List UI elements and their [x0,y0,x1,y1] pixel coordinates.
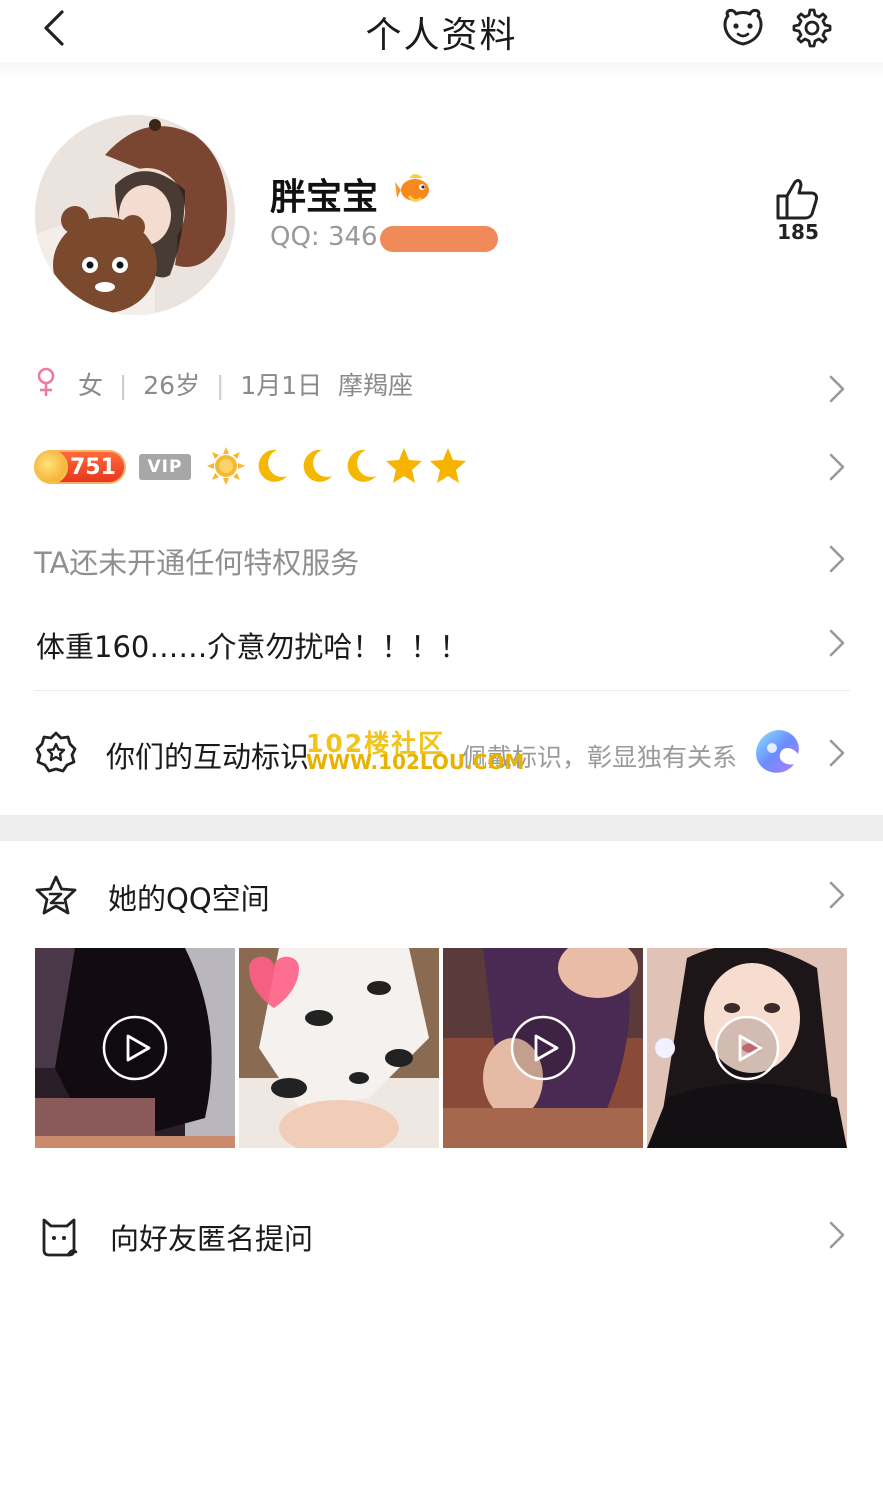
gear-icon[interactable] [790,6,834,50]
separator: | [215,371,225,400]
anonymous-ask-row[interactable]: 向好友匿名提问 [0,1208,883,1264]
qzone-thumb-video[interactable] [35,948,235,1148]
separator: | [118,371,128,400]
play-icon [510,1015,576,1081]
signature-row[interactable]: 体重160……介意勿扰哈！！！！ [0,620,883,666]
basic-info-text: 女 | 26岁 | 1月1日 摩羯座 [78,366,413,402]
chevron-right-icon [829,1221,845,1249]
privilege-text: TA还未开通任何特权服务 [34,546,360,580]
avatar-image [35,115,235,315]
watermark-line2: WWW.102LOU.COM [306,750,525,774]
section-gap [0,815,883,841]
goldfish-badge-icon[interactable] [395,168,435,212]
play-icon [102,1015,168,1081]
chevron-right-icon [829,881,845,909]
redaction-mark [380,226,498,252]
avatar[interactable] [35,115,235,315]
qzone-thumb-video[interactable] [443,948,643,1148]
qzone-thumb-photo[interactable] [239,948,439,1148]
badge-star-icon [35,731,77,773]
interaction-label: 你们的互动标识 [106,740,310,774]
qzone-label: 她的QQ空间 [108,882,270,916]
chevron-right-icon [829,453,845,481]
qzone-thumbnails [35,948,847,1148]
watermark: 102楼社区 WWW.102LOU.COM [300,724,532,778]
level-number: 751 [70,455,116,480]
qq-label: QQ: [270,222,320,252]
coin-icon [34,450,68,484]
signature-text: 体重160……介意勿扰哈！！！！ [36,630,469,664]
profile-name: 胖宝宝 [270,177,379,218]
play-icon [714,1015,780,1081]
level-badge: 751 [34,450,126,484]
zodiac: 摩羯座 [338,371,414,400]
cat-icon [42,1218,78,1257]
qq-number: QQ: 346 [270,222,378,252]
pet-icon[interactable] [720,6,766,50]
moon-icon [303,449,332,482]
privilege-row[interactable]: TA还未开通任何特权服务 [0,536,883,582]
vip-badge: VIP [139,454,191,480]
interaction-badge-icon [756,730,799,773]
ask-label: 向好友匿名提问 [110,1222,314,1256]
thumb-image [239,948,439,1148]
sun-icon [207,447,245,485]
moon-icon [258,449,287,482]
gender: 女 [78,371,104,400]
chevron-right-icon [829,739,845,767]
top-bar-shadow [0,62,883,76]
top-bar: 个人资料 [0,0,883,62]
thumbs-up-icon[interactable] [774,176,822,220]
divider [34,690,850,691]
like-count: 185 [777,220,819,244]
birthday: 1月1日 [240,371,323,400]
qzone-thumb-video[interactable] [647,948,847,1148]
basic-info-row[interactable]: 女 | 26岁 | 1月1日 摩羯座 [0,360,883,406]
star-icon [430,448,466,483]
moon-icon [347,449,376,482]
qzone-row[interactable]: 她的QQ空间 [0,868,883,924]
qzone-star-icon [35,875,77,915]
star-icon [386,448,422,483]
age: 26岁 [143,371,201,400]
qq-prefix: 346 [327,222,378,252]
chevron-right-icon [829,545,845,573]
chevron-right-icon [829,629,845,657]
chevron-right-icon [829,375,845,403]
level-badges-row[interactable]: 751 VIP [0,440,883,496]
female-icon [37,367,55,396]
